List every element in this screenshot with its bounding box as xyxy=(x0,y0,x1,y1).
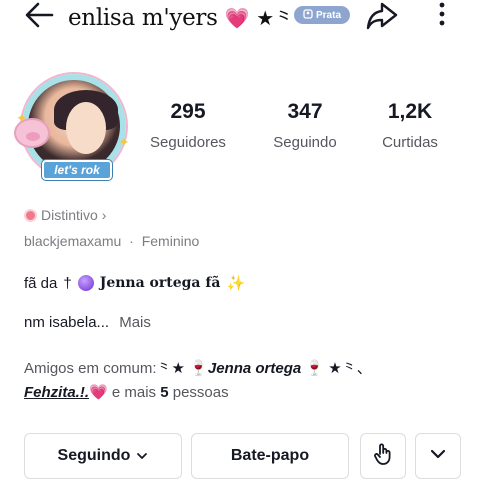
stat-followers[interactable]: 295 Seguidores xyxy=(140,100,236,151)
people-text: pessoas xyxy=(172,384,229,401)
star-decoration-icon: ✦ xyxy=(16,110,28,126)
distintivo-label: Distintivo xyxy=(41,207,98,223)
following-button-label: Seguindo xyxy=(57,447,131,464)
mutual-friends-line-2[interactable]: Fehzita.!.💗 e mais 5 pessoas xyxy=(24,383,229,401)
bio-line-1: fã da † Jenna ortega fã ✨ xyxy=(24,274,246,293)
meta-separator: · xyxy=(129,233,134,249)
bio-prefix: fã da xyxy=(24,274,58,292)
following-button[interactable]: Seguindo xyxy=(24,433,182,479)
heart-emoji: 💗 xyxy=(224,6,250,30)
bio-fan-name: Jenna ortega fã xyxy=(99,275,221,291)
chevron-right-icon: › xyxy=(101,207,107,223)
more-options-icon[interactable] xyxy=(430,0,454,34)
wine-emoji: 🍷 xyxy=(305,360,325,377)
stat-likes[interactable]: 1,2K Curtidas xyxy=(362,100,458,151)
badge-user-icon xyxy=(303,8,313,22)
avatar-face xyxy=(66,102,106,154)
chevron-down-icon xyxy=(429,447,447,465)
star-decoration-icon: ✦ xyxy=(118,134,130,150)
nudge-button[interactable] xyxy=(360,433,406,479)
followers-count: 295 xyxy=(170,100,206,123)
chevron-down-icon xyxy=(136,449,148,463)
mutual-friend-1[interactable]: Jenna ortega xyxy=(208,360,301,377)
bio-text: nm isabela... xyxy=(24,314,110,331)
following-label: Seguindo xyxy=(273,134,337,151)
profile-username: enlisa m'yers 💗 ★⺀ xyxy=(68,2,294,31)
lines-glyph: ⺀ xyxy=(273,6,294,30)
followers-label: Seguidores xyxy=(150,134,226,151)
mutual-friend-2[interactable]: Fehzita.!. xyxy=(24,384,89,401)
mutual-friends-line-1[interactable]: Amigos em comum:⺀★ 🍷Jenna ortega 🍷 ★⺀、 xyxy=(24,357,372,378)
badge-icon xyxy=(24,208,37,222)
profile-stats: 295 Seguidores 347 Seguindo 1,2K Curtida… xyxy=(150,100,460,160)
mutual-prefix: Amigos em comum: xyxy=(24,360,157,377)
crystal-ball-icon xyxy=(77,275,94,291)
distintivo-link[interactable]: Distintivo › xyxy=(24,207,106,223)
stat-following[interactable]: 347 Seguindo xyxy=(257,100,353,151)
profile-gender: Feminino xyxy=(141,233,200,249)
back-arrow-icon[interactable] xyxy=(22,0,62,32)
mutual-count: 5 xyxy=(160,384,169,401)
prata-badge[interactable]: Prata xyxy=(294,6,350,24)
hand-icon xyxy=(372,442,394,471)
profile-avatar[interactable]: ✦ ✦ let's rok xyxy=(12,70,136,186)
share-icon[interactable] xyxy=(364,0,400,32)
bio-more-link[interactable]: Mais xyxy=(119,314,151,331)
sparkle-emoji: ✨ xyxy=(226,275,246,292)
badge-label: Prata xyxy=(315,9,341,21)
avatar-sticker-label: let's rok xyxy=(42,160,112,180)
wine-emoji: 🍷 xyxy=(189,360,208,377)
username-text: enlisa m'yers xyxy=(68,5,218,31)
following-count: 347 xyxy=(287,100,323,123)
deco-right: ★⺀、 xyxy=(328,360,372,377)
and-more-text: e mais xyxy=(111,384,157,401)
suggestions-toggle-button[interactable] xyxy=(415,433,461,479)
deco-left: ⺀★ xyxy=(156,360,185,377)
chat-button-label: Bate-papo xyxy=(230,447,310,464)
likes-count: 1,2K xyxy=(387,100,433,123)
top-bar: enlisa m'yers 💗 ★⺀ Prata xyxy=(0,0,480,34)
star-glyph: ★ xyxy=(256,6,274,30)
heart-emoji: 💗 xyxy=(89,384,108,401)
bio-line-2: nm isabela... Mais xyxy=(24,314,151,331)
likes-label: Curtidas xyxy=(382,134,438,151)
chat-button[interactable]: Bate-papo xyxy=(191,433,349,479)
profile-meta: blackjemaxamu · Feminino xyxy=(24,233,199,249)
cross-glyph: † xyxy=(63,274,72,292)
profile-handle: blackjemaxamu xyxy=(24,233,122,249)
